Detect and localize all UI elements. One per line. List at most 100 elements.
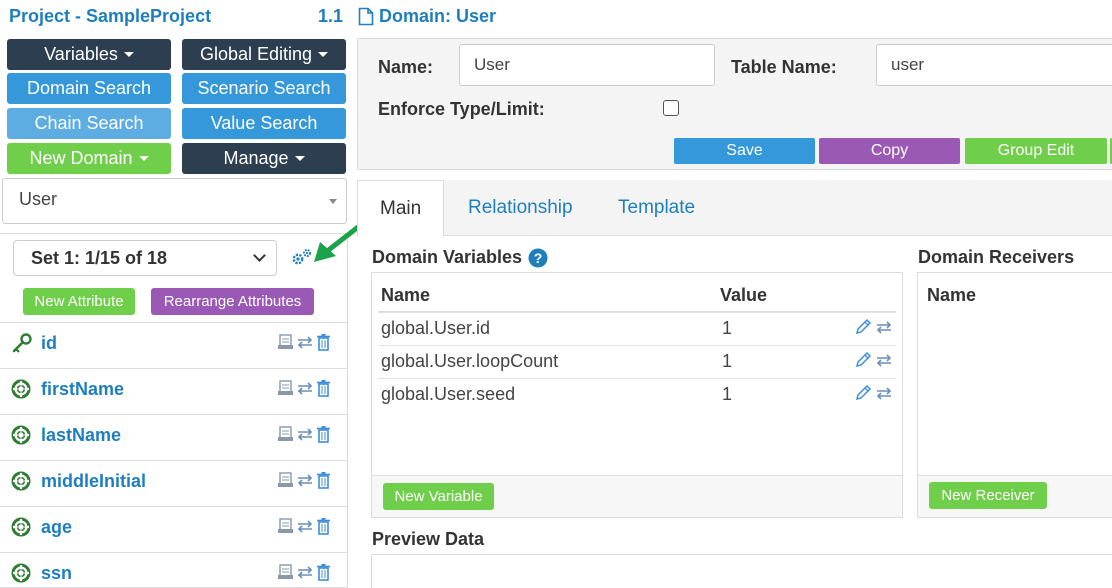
attribute-label[interactable]: lastName	[41, 425, 121, 446]
preview-data-panel	[371, 554, 1112, 588]
attribute-row[interactable]: age	[0, 506, 347, 552]
tab-main[interactable]: Main	[357, 180, 445, 237]
swap-icon[interactable]	[296, 425, 314, 443]
attribute-actions	[277, 333, 331, 351]
variable-actions	[854, 351, 893, 369]
swap-icon[interactable]	[296, 333, 314, 351]
attribute-label[interactable]: id	[41, 333, 57, 354]
chain-search-button[interactable]: Chain Search	[7, 108, 171, 139]
new-domain-button[interactable]: New Domain	[7, 143, 171, 174]
attribute-row[interactable]: middleInitial	[0, 460, 347, 506]
swap-icon[interactable]	[875, 351, 893, 369]
swap-icon[interactable]	[875, 318, 893, 336]
pencil-icon[interactable]	[854, 351, 872, 369]
svg-text:?: ?	[534, 250, 543, 266]
tab-template[interactable]: Template	[596, 180, 717, 237]
version-label: 1.1	[318, 6, 344, 26]
edit-icon[interactable]	[277, 563, 294, 581]
variable-name: global.User.loopCount	[381, 351, 559, 371]
caret-down-icon	[138, 156, 149, 161]
domain-search-button[interactable]: Domain Search	[7, 73, 171, 104]
domain-title: Domain: User	[358, 6, 496, 27]
lifebuoy-icon	[11, 563, 31, 583]
pencil-icon[interactable]	[854, 318, 872, 336]
edit-icon[interactable]	[277, 379, 294, 397]
global-editing-label: Global Editing	[199, 44, 313, 64]
project-title[interactable]: Project - SampleProject	[9, 6, 211, 27]
attribute-label[interactable]: firstName	[41, 379, 124, 400]
variable-actions	[854, 384, 893, 402]
attribute-row[interactable]: id	[0, 322, 347, 368]
name-label: Name:	[378, 57, 434, 77]
variable-actions	[854, 318, 893, 336]
receivers-col-name: Name	[927, 285, 977, 305]
swap-icon[interactable]	[875, 384, 893, 402]
scenario-search-button[interactable]: Scenario Search	[182, 73, 346, 104]
attribute-row[interactable]: lastName	[0, 414, 347, 460]
new-attribute-button[interactable]: New Attribute	[23, 288, 135, 315]
edit-icon[interactable]	[277, 517, 294, 535]
variables-col-value: Value	[720, 285, 768, 305]
swap-icon[interactable]	[296, 517, 314, 535]
edit-icon[interactable]	[277, 425, 294, 443]
save-button[interactable]: Save	[674, 138, 815, 164]
variable-row[interactable]: global.User.loopCount 1	[378, 345, 896, 378]
tab-relationship[interactable]: Relationship	[446, 180, 595, 237]
variable-row[interactable]: global.User.seed 1	[378, 378, 896, 411]
new-receiver-button[interactable]: New Receiver	[929, 482, 1047, 509]
attribute-label[interactable]: age	[41, 517, 72, 538]
attribute-actions	[277, 425, 331, 443]
key-icon	[12, 333, 32, 353]
enforce-type-label: Enforce Type/Limit:	[378, 99, 545, 119]
name-input[interactable]: User	[459, 44, 715, 86]
rearrange-attributes-button[interactable]: Rearrange Attributes	[151, 288, 314, 315]
variables-col-name: Name	[381, 285, 431, 305]
attribute-actions	[277, 517, 331, 535]
attribute-actions	[277, 471, 331, 489]
attribute-set-select[interactable]: Set 1: 1/15 of 18	[13, 240, 277, 276]
trash-icon[interactable]	[316, 563, 331, 581]
domain-select-value: User	[19, 189, 58, 209]
caret-down-icon	[318, 52, 329, 57]
help-icon[interactable]: ?	[528, 248, 548, 268]
copy-button[interactable]: Copy	[819, 138, 960, 164]
trash-icon[interactable]	[316, 517, 331, 535]
variables-label: Variables	[44, 44, 118, 64]
swap-icon[interactable]	[296, 379, 314, 397]
variable-name: global.User.id	[381, 318, 491, 338]
domain-receivers-heading: Domain Receivers	[918, 247, 1075, 267]
attribute-row[interactable]: ssn	[0, 552, 347, 588]
attribute-actions	[277, 563, 331, 581]
table-name-input[interactable]: user	[876, 44, 1112, 86]
trash-icon[interactable]	[316, 425, 331, 443]
manage-button[interactable]: Manage	[182, 143, 346, 174]
swap-icon[interactable]	[296, 563, 314, 581]
lifebuoy-icon	[11, 425, 31, 445]
attribute-set-value: Set 1: 1/15 of 18	[31, 248, 168, 268]
group-edit-button[interactable]: Group Edit	[965, 138, 1107, 164]
trash-icon[interactable]	[316, 333, 331, 351]
variable-row[interactable]: global.User.id 1	[378, 312, 896, 345]
edit-icon[interactable]	[277, 333, 294, 351]
domain-select[interactable]: User	[2, 178, 347, 224]
lifebuoy-icon	[11, 471, 31, 491]
domain-title-text: Domain: User	[379, 6, 497, 26]
attribute-label[interactable]: middleInitial	[41, 471, 146, 492]
pencil-icon[interactable]	[854, 384, 872, 402]
global-editing-button[interactable]: Global Editing	[182, 39, 346, 70]
attribute-actions	[277, 379, 331, 397]
enforce-type-checkbox[interactable]	[663, 100, 679, 116]
variable-value: 1	[722, 384, 733, 404]
trash-icon[interactable]	[316, 379, 331, 397]
trash-icon[interactable]	[316, 471, 331, 489]
new-variable-button[interactable]: New Variable	[383, 483, 494, 510]
preview-data-heading: Preview Data	[372, 529, 485, 549]
value-search-button[interactable]: Value Search	[182, 108, 346, 139]
new-domain-label: New Domain	[29, 148, 133, 168]
edit-icon[interactable]	[277, 471, 294, 489]
swap-icon[interactable]	[296, 471, 314, 489]
variables-button[interactable]: Variables	[7, 39, 171, 70]
document-icon	[358, 7, 374, 26]
attribute-label[interactable]: ssn	[41, 563, 72, 584]
attribute-row[interactable]: firstName	[0, 368, 347, 414]
